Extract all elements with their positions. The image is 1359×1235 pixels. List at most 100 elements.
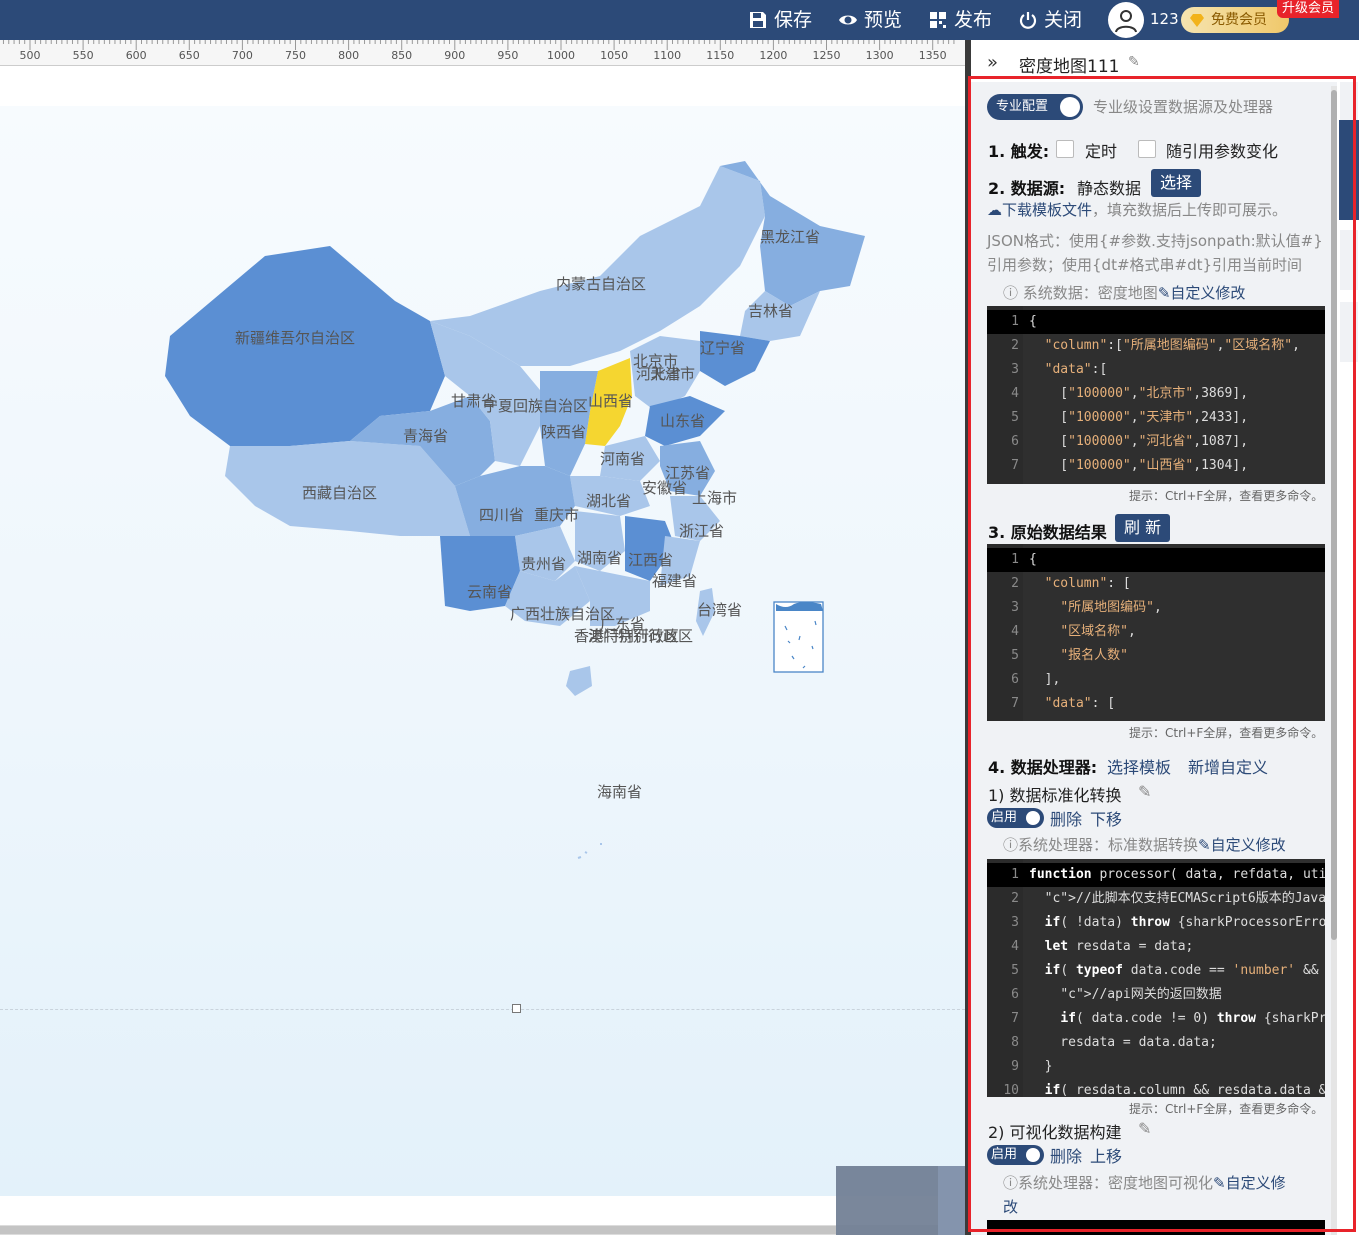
label-hunan: 湖南省 [577, 549, 623, 567]
line-number: 4 [1011, 939, 1019, 954]
processor-2-custom-text: 自定义修 [1225, 1174, 1286, 1192]
line-number: 2 [1011, 576, 1019, 591]
processor-1-title: 1) 数据标准化转换 [988, 786, 1122, 805]
save-button[interactable]: 保存 [748, 6, 812, 34]
processor-2-delete[interactable]: 删除 [1050, 1143, 1082, 1167]
line-content: ["100000","北京市",3869], [1029, 386, 1249, 401]
side-tab-preview[interactable] [1340, 302, 1358, 362]
edit-processor-2-icon[interactable]: ✎ [1138, 1119, 1151, 1138]
trigger-label: 1. 触发: [988, 142, 1050, 161]
select-template-link[interactable]: 选择模板 [1107, 754, 1171, 778]
label-hubei: 湖北省 [586, 492, 632, 510]
processor-2-code-editor[interactable] [987, 1220, 1325, 1235]
publish-icon [930, 12, 946, 28]
preview-button[interactable]: 预览 [838, 6, 902, 34]
code-line: 8 resdata = data.data; [987, 1031, 1325, 1055]
line-content: if( !data) throw {sharkProcessorErro [1044, 915, 1325, 930]
label-macau: 澳门特别行政区 [588, 627, 694, 645]
label-hainan: 海南省 [597, 783, 643, 801]
line-content: "column": [ [1044, 576, 1131, 591]
avatar[interactable] [1108, 2, 1144, 38]
download-template-link[interactable]: ☁下载模板文件 [987, 201, 1092, 219]
line-content: resdata = data.data; [1029, 1035, 1217, 1050]
code-line: 4 let resdata = data; [987, 935, 1325, 959]
line-number: 4 [1011, 386, 1019, 401]
editor-hint-3: 提示：Ctrl+F全屏，查看更多命令。 [1129, 1102, 1324, 1116]
close-label: 关闭 [1044, 9, 1083, 31]
processor-1-custom-link[interactable]: ✎自定义修改 [1198, 836, 1286, 854]
processor-2-system-text: 系统处理器：密度地图可视化 [1018, 1174, 1214, 1192]
json-format-note: JSON格式：使用{#参数.支持jsonpath:默认值#}引用参数；使用{dt… [987, 232, 1323, 274]
processor-2-move-up[interactable]: 上移 [1090, 1143, 1122, 1167]
collapse-icon[interactable]: » [987, 52, 998, 73]
select-datasource-button[interactable]: 选择 [1151, 169, 1202, 197]
processor-1-code-editor[interactable]: 1 function processor( data, refdata, uti 2… [987, 859, 1325, 1097]
minimap-viewport[interactable] [938, 1166, 965, 1235]
vip-badge[interactable]: 免费会员 [1181, 7, 1289, 33]
code-line: 6 ], [987, 668, 1325, 692]
processor-1-move-down[interactable]: 下移 [1090, 806, 1122, 830]
horizontal-ruler: 500 550 600 650 700 750 800 850 900 950 1000 1050 11… [0, 40, 965, 66]
code-line: 7 if( data.code != 0) throw {sharkPr [987, 1007, 1325, 1031]
label-chongqing: 重庆市 [534, 506, 580, 524]
line-content: function processor( data, refdata, uti [1029, 867, 1325, 882]
edit-processor-1-icon[interactable]: ✎ [1138, 782, 1151, 801]
upgrade-badge[interactable]: 升级会员 [1277, 0, 1340, 18]
code-line: 2 "c">//此脚本仅支持ECMAScript6版本的JavaS [987, 887, 1325, 911]
label-shanxi: 山西省 [588, 392, 634, 410]
info-icon: ⓘ [1003, 1174, 1019, 1192]
line-number: 5 [1011, 648, 1019, 663]
ruler-label: 700 [231, 49, 253, 62]
label-jilin: 吉林省 [748, 302, 794, 320]
param-change-label: 随引用参数变化 [1166, 142, 1279, 161]
datasource-code-editor[interactable]: 1{2 "column":["所属地图编码","区域名称", 3 "data":[… [987, 306, 1325, 484]
resize-handle[interactable] [512, 1004, 521, 1013]
publish-button[interactable]: 发布 [928, 6, 992, 34]
line-content: "data":[ [1044, 362, 1108, 377]
line-number: 7 [1011, 1011, 1019, 1026]
ruler-label: 1350 [918, 49, 947, 62]
timed-label: 定时 [1085, 142, 1118, 161]
edit-title-icon[interactable]: ✎ [1128, 54, 1140, 70]
pro-config-toggle[interactable]: 专业配置 [987, 94, 1083, 120]
ruler-label: 1300 [865, 49, 894, 62]
processor-2-custom-tail[interactable]: 改 [1003, 1198, 1018, 1216]
ruler-label: 800 [338, 49, 360, 62]
add-custom-link[interactable]: 新增自定义 [1188, 754, 1268, 778]
top-toolbar: 保存 预览 发布 关闭 123 免费会员 升级会员 [0, 0, 1359, 40]
line-number: 3 [1011, 915, 1019, 930]
param-change-checkbox[interactable] [1138, 138, 1156, 158]
line-content: "所属地图编码", [1060, 600, 1162, 615]
timed-checkbox[interactable] [1056, 138, 1074, 158]
save-label: 保存 [774, 9, 813, 31]
line-content: "data": [ [1044, 696, 1116, 711]
processor-1-custom-text: 自定义修改 [1210, 836, 1286, 854]
refresh-button[interactable]: 刷 新 [1115, 514, 1171, 542]
processor-1-enable-toggle[interactable]: 启用 [987, 808, 1044, 828]
ruler-label: 1150 [706, 49, 735, 62]
user-icon [1115, 10, 1137, 33]
processor-2-enable-toggle[interactable]: 启用 [987, 1145, 1044, 1165]
pro-config-label: 专业配置 [996, 99, 1049, 114]
close-button[interactable]: 关闭 [1018, 6, 1082, 34]
processor-2-custom-link[interactable]: ✎自定义修 [1213, 1174, 1286, 1192]
line-content: "column":["所属地图编码","区域名称", [1044, 338, 1300, 353]
component-title: 密度地图111 [1019, 57, 1120, 77]
line-number: 6 [1011, 672, 1019, 687]
line-number: 8 [1011, 1035, 1019, 1050]
line-content: } [1029, 1059, 1053, 1074]
ruler-label: 1050 [600, 49, 629, 62]
code-line: 3 "data":[ [987, 358, 1325, 382]
raw-data-code-editor[interactable]: 1{2 "column": [3 "所属地图编码", 4 "区域名称", 5 "报名… [987, 544, 1325, 721]
design-canvas[interactable]: 黑龙江省 内蒙古自治区 吉林省 新疆维吾尔自治区 辽宁省 北京市 天津市 河北省… [0, 66, 965, 1235]
side-tab-event[interactable] [1340, 230, 1358, 290]
processor-1-delete[interactable]: 删除 [1050, 806, 1082, 830]
china-density-map[interactable] [0, 66, 965, 1235]
username: 123 [1150, 10, 1179, 28]
label-guizhou: 贵州省 [521, 555, 567, 573]
custom-modify-link[interactable]: ✎自定义修改 [1158, 284, 1246, 302]
side-tab-data[interactable] [1339, 120, 1359, 220]
line-content: { [1029, 552, 1037, 567]
line-content: if( data.code != 0) throw {sharkPr [1060, 1011, 1325, 1026]
horizontal-scroll-thumb[interactable] [0, 1226, 836, 1234]
